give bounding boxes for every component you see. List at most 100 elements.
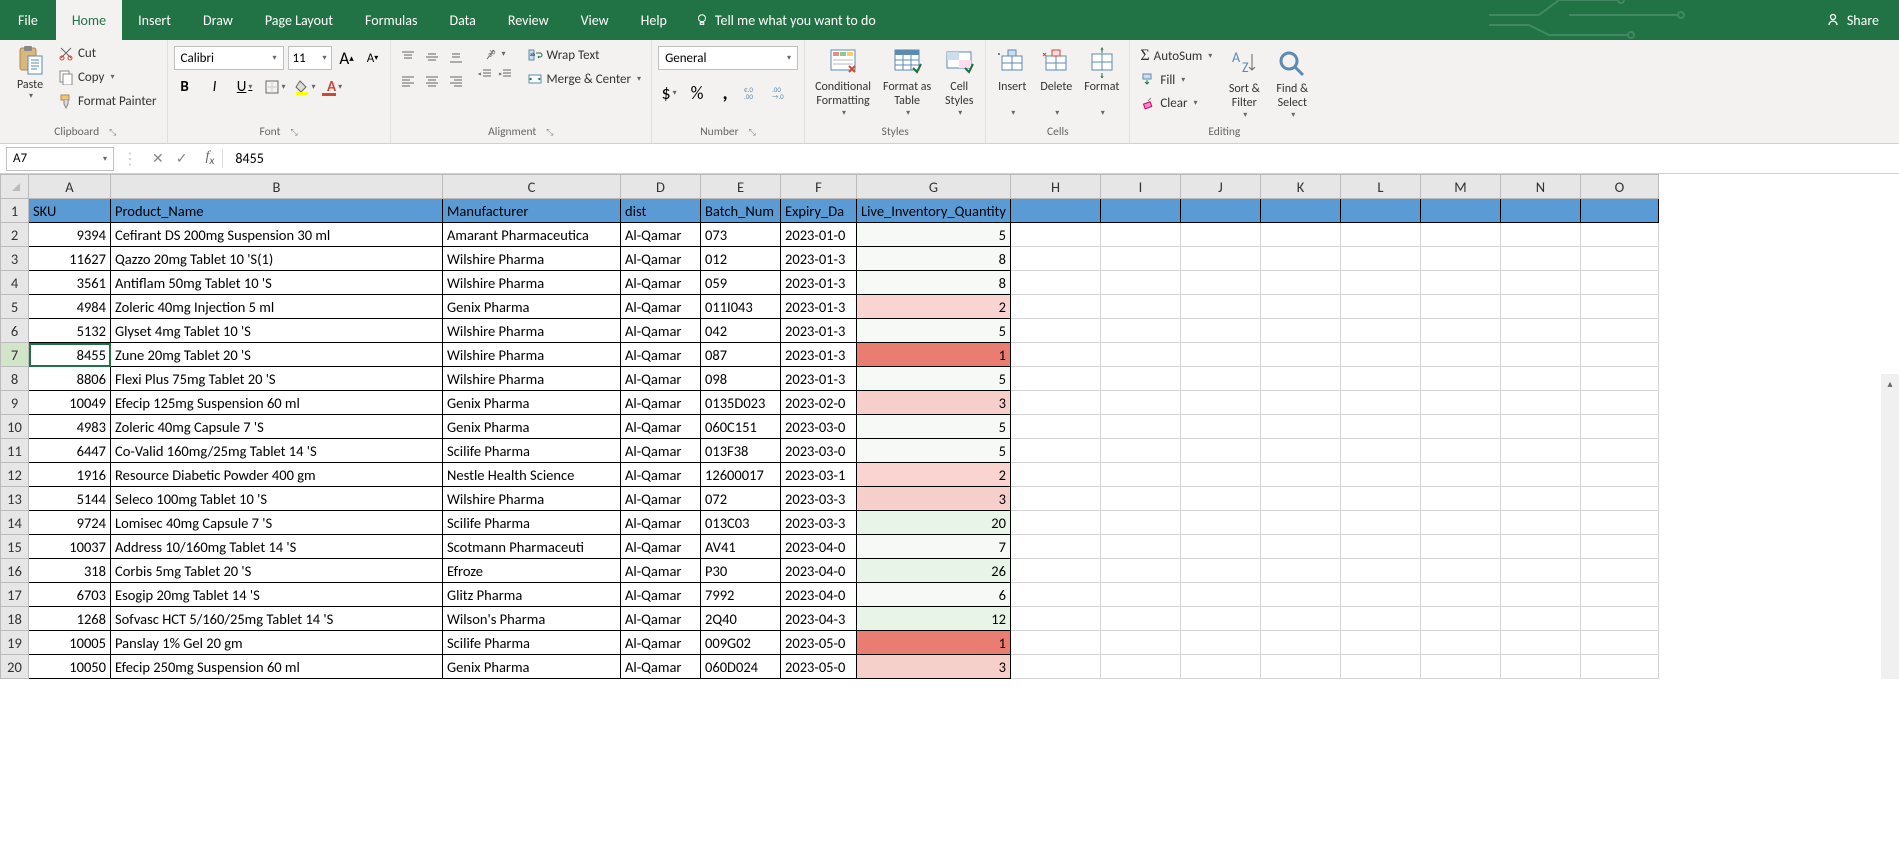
cell[interactable]: Qazzo 20mg Tablet 10 'S(1) xyxy=(111,247,443,271)
cell[interactable] xyxy=(1100,367,1180,391)
fill-color-button[interactable]: ▾ xyxy=(294,76,316,98)
cell[interactable]: Zoleric 40mg Capsule 7 'S xyxy=(111,415,443,439)
cell[interactable]: 5144 xyxy=(29,487,111,511)
cell[interactable] xyxy=(1260,439,1340,463)
cell[interactable] xyxy=(1180,607,1260,631)
cell[interactable] xyxy=(1580,319,1658,343)
accept-formula-button[interactable]: ✓ xyxy=(176,150,188,167)
cell[interactable] xyxy=(1580,439,1658,463)
row-header[interactable]: 13 xyxy=(1,487,29,511)
row-header[interactable]: 19 xyxy=(1,631,29,655)
cell[interactable] xyxy=(1580,655,1658,679)
increase-decimal-button[interactable]: €.0.00 xyxy=(742,82,764,104)
cell[interactable]: Lomisec 40mg Capsule 7 'S xyxy=(111,511,443,535)
number-format-select[interactable]: General▾ xyxy=(658,46,798,70)
cell[interactable]: Al-Qamar xyxy=(621,223,701,247)
cell[interactable] xyxy=(1100,391,1180,415)
cell[interactable] xyxy=(1100,439,1180,463)
cell[interactable]: 2023-03-3 xyxy=(781,487,857,511)
cell[interactable] xyxy=(1500,247,1580,271)
cell[interactable] xyxy=(1260,223,1340,247)
cell[interactable]: Manufacturer xyxy=(443,199,621,223)
cell[interactable] xyxy=(1100,511,1180,535)
cell[interactable] xyxy=(1500,607,1580,631)
cell[interactable]: 2023-02-0 xyxy=(781,391,857,415)
cell[interactable]: 1916 xyxy=(29,463,111,487)
cell[interactable]: 5132 xyxy=(29,319,111,343)
cell[interactable]: 20 xyxy=(857,511,1011,535)
tab-home[interactable]: Home xyxy=(56,0,122,40)
italic-button[interactable]: I xyxy=(204,76,226,98)
cell[interactable] xyxy=(1010,655,1100,679)
cell[interactable]: 8455 xyxy=(29,343,111,367)
cell[interactable] xyxy=(1500,583,1580,607)
scroll-up-arrow[interactable]: ▴ xyxy=(1881,374,1899,392)
cell[interactable]: 3 xyxy=(857,655,1011,679)
cell[interactable] xyxy=(1500,367,1580,391)
cell[interactable] xyxy=(1100,295,1180,319)
cell[interactable]: Genix Pharma xyxy=(443,655,621,679)
cell[interactable]: Wilshire Pharma xyxy=(443,487,621,511)
tab-formulas[interactable]: Formulas xyxy=(349,0,433,40)
cell[interactable] xyxy=(1260,583,1340,607)
cell[interactable] xyxy=(1580,415,1658,439)
cell[interactable] xyxy=(1500,559,1580,583)
cell[interactable] xyxy=(1100,535,1180,559)
format-painter-button[interactable]: Format Painter xyxy=(54,92,161,110)
cell[interactable] xyxy=(1180,511,1260,535)
find-select-button[interactable]: Find &Select▾ xyxy=(1272,46,1312,122)
cell[interactable] xyxy=(1010,319,1100,343)
conditional-formatting-button[interactable]: ConditionalFormatting▾ xyxy=(811,44,875,120)
cell[interactable] xyxy=(1340,223,1420,247)
cell[interactable]: 2023-01-3 xyxy=(781,367,857,391)
cell[interactable]: 3 xyxy=(857,487,1011,511)
cell[interactable] xyxy=(1340,655,1420,679)
underline-button[interactable]: U▾ xyxy=(234,76,256,98)
cell[interactable]: 8806 xyxy=(29,367,111,391)
row-header[interactable]: 2 xyxy=(1,223,29,247)
row-header[interactable]: 8 xyxy=(1,367,29,391)
cell[interactable] xyxy=(1580,559,1658,583)
cell[interactable]: 12600017 xyxy=(701,463,781,487)
row-header[interactable]: 10 xyxy=(1,415,29,439)
cell[interactable] xyxy=(1420,199,1500,223)
cell[interactable]: 060D024 xyxy=(701,655,781,679)
select-all-corner[interactable] xyxy=(1,175,29,199)
cell[interactable]: 2023-01-3 xyxy=(781,247,857,271)
cell[interactable] xyxy=(1340,439,1420,463)
cell[interactable]: 2023-03-3 xyxy=(781,511,857,535)
cell[interactable] xyxy=(1340,271,1420,295)
increase-indent-button[interactable] xyxy=(497,66,513,82)
cell[interactable] xyxy=(1010,607,1100,631)
cell[interactable] xyxy=(1180,367,1260,391)
tab-draw[interactable]: Draw xyxy=(187,0,249,40)
cell[interactable]: 2023-01-3 xyxy=(781,343,857,367)
cell[interactable] xyxy=(1340,511,1420,535)
cell[interactable]: 013C03 xyxy=(701,511,781,535)
cell[interactable]: Corbis 5mg Tablet 20 'S xyxy=(111,559,443,583)
cell[interactable]: 10049 xyxy=(29,391,111,415)
cell[interactable]: 10005 xyxy=(29,631,111,655)
cell[interactable] xyxy=(1180,271,1260,295)
cell[interactable]: Scilife Pharma xyxy=(443,439,621,463)
tab-page-layout[interactable]: Page Layout xyxy=(249,0,349,40)
cell[interactable]: Batch_Num xyxy=(701,199,781,223)
cell[interactable]: Al-Qamar xyxy=(621,367,701,391)
cell[interactable] xyxy=(1180,631,1260,655)
cell[interactable]: Panslay 1% Gel 20 gm xyxy=(111,631,443,655)
cell[interactable]: Antiflam 50mg Tablet 10 'S xyxy=(111,271,443,295)
cell[interactable] xyxy=(1580,511,1658,535)
cell[interactable] xyxy=(1260,391,1340,415)
font-launcher[interactable]: ⤡ xyxy=(290,127,297,138)
autosum-button[interactable]: ΣAutoSum▾ xyxy=(1136,46,1216,66)
cell[interactable] xyxy=(1500,439,1580,463)
cell[interactable]: 9394 xyxy=(29,223,111,247)
cell[interactable] xyxy=(1500,295,1580,319)
cut-button[interactable]: Cut xyxy=(54,44,161,62)
col-header-C[interactable]: C xyxy=(443,175,621,199)
cell[interactable] xyxy=(1260,463,1340,487)
cell[interactable]: Scilife Pharma xyxy=(443,511,621,535)
row-header[interactable]: 14 xyxy=(1,511,29,535)
cell[interactable] xyxy=(1580,391,1658,415)
row-header[interactable]: 7 xyxy=(1,343,29,367)
